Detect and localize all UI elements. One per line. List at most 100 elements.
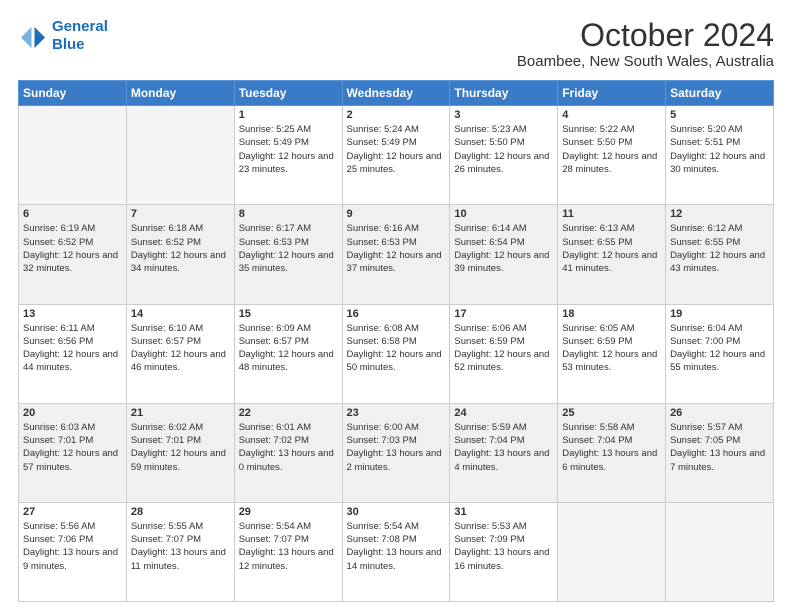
day-number: 7 xyxy=(131,208,230,220)
logo-icon xyxy=(18,21,48,51)
calendar-cell: 5 Sunrise: 5:20 AMSunset: 5:51 PMDaylight… xyxy=(666,106,774,205)
day-number: 5 xyxy=(670,109,769,121)
day-number: 12 xyxy=(670,208,769,220)
day-number: 28 xyxy=(131,506,230,518)
day-number: 24 xyxy=(454,407,553,419)
calendar-day-header: Friday xyxy=(558,81,666,106)
day-info: Sunrise: 6:09 AMSunset: 6:57 PMDaylight:… xyxy=(239,322,338,375)
calendar-cell: 30 Sunrise: 5:54 AMSunset: 7:08 PMDayligh… xyxy=(342,502,450,601)
day-info: Sunrise: 6:16 AMSunset: 6:53 PMDaylight:… xyxy=(347,222,446,275)
day-info: Sunrise: 5:23 AMSunset: 5:50 PMDaylight:… xyxy=(454,123,553,176)
calendar-day-header: Monday xyxy=(126,81,234,106)
calendar-cell: 21 Sunrise: 6:02 AMSunset: 7:01 PMDayligh… xyxy=(126,403,234,502)
calendar-cell xyxy=(19,106,127,205)
day-info: Sunrise: 5:24 AMSunset: 5:49 PMDaylight:… xyxy=(347,123,446,176)
day-info: Sunrise: 5:56 AMSunset: 7:06 PMDaylight:… xyxy=(23,520,122,573)
day-number: 2 xyxy=(347,109,446,121)
logo-general: General xyxy=(52,18,108,35)
calendar-cell: 6 Sunrise: 6:19 AMSunset: 6:52 PMDaylight… xyxy=(19,205,127,304)
calendar-cell: 1Sunrise: 5:25 AMSunset: 5:49 PMDaylight… xyxy=(234,106,342,205)
calendar-cell: 4 Sunrise: 5:22 AMSunset: 5:50 PMDaylight… xyxy=(558,106,666,205)
calendar-week-row: 27 Sunrise: 5:56 AMSunset: 7:06 PMDayligh… xyxy=(19,502,774,601)
day-info: Sunrise: 6:02 AMSunset: 7:01 PMDaylight:… xyxy=(131,421,230,474)
day-info: Sunrise: 6:19 AMSunset: 6:52 PMDaylight:… xyxy=(23,222,122,275)
day-info: Sunrise: 6:18 AMSunset: 6:52 PMDaylight:… xyxy=(131,222,230,275)
day-info: Sunrise: 5:54 AMSunset: 7:08 PMDaylight:… xyxy=(347,520,446,573)
logo: General Blue xyxy=(18,18,108,54)
calendar-day-header: Tuesday xyxy=(234,81,342,106)
calendar-cell xyxy=(126,106,234,205)
logo-text: General Blue xyxy=(52,18,108,54)
day-info: Sunrise: 6:10 AMSunset: 6:57 PMDaylight:… xyxy=(131,322,230,375)
calendar-cell: 13Sunrise: 6:11 AMSunset: 6:56 PMDayligh… xyxy=(19,304,127,403)
calendar-cell: 10 Sunrise: 6:14 AMSunset: 6:54 PMDayligh… xyxy=(450,205,558,304)
day-info: Sunrise: 6:04 AMSunset: 7:00 PMDaylight:… xyxy=(670,322,769,375)
calendar-cell: 19 Sunrise: 6:04 AMSunset: 7:00 PMDayligh… xyxy=(666,304,774,403)
day-info: Sunrise: 5:54 AMSunset: 7:07 PMDaylight:… xyxy=(239,520,338,573)
day-info: Sunrise: 6:14 AMSunset: 6:54 PMDaylight:… xyxy=(454,222,553,275)
day-info: Sunrise: 6:12 AMSunset: 6:55 PMDaylight:… xyxy=(670,222,769,275)
day-number: 13 xyxy=(23,308,122,320)
day-info: Sunrise: 5:53 AMSunset: 7:09 PMDaylight:… xyxy=(454,520,553,573)
day-info: Sunrise: 5:59 AMSunset: 7:04 PMDaylight:… xyxy=(454,421,553,474)
calendar-cell: 28Sunrise: 5:55 AMSunset: 7:07 PMDayligh… xyxy=(126,502,234,601)
calendar-cell: 24 Sunrise: 5:59 AMSunset: 7:04 PMDayligh… xyxy=(450,403,558,502)
calendar-week-row: 13Sunrise: 6:11 AMSunset: 6:56 PMDayligh… xyxy=(19,304,774,403)
calendar-cell: 3Sunrise: 5:23 AMSunset: 5:50 PMDaylight… xyxy=(450,106,558,205)
day-number: 23 xyxy=(347,407,446,419)
calendar-cell: 14 Sunrise: 6:10 AMSunset: 6:57 PMDayligh… xyxy=(126,304,234,403)
day-number: 22 xyxy=(239,407,338,419)
calendar-cell: 23Sunrise: 6:00 AMSunset: 7:03 PMDayligh… xyxy=(342,403,450,502)
day-number: 25 xyxy=(562,407,661,419)
day-info: Sunrise: 6:05 AMSunset: 6:59 PMDaylight:… xyxy=(562,322,661,375)
logo-blue: Blue xyxy=(52,36,108,54)
day-number: 19 xyxy=(670,308,769,320)
day-info: Sunrise: 5:22 AMSunset: 5:50 PMDaylight:… xyxy=(562,123,661,176)
day-info: Sunrise: 6:01 AMSunset: 7:02 PMDaylight:… xyxy=(239,421,338,474)
day-number: 1 xyxy=(239,109,338,121)
day-number: 30 xyxy=(347,506,446,518)
calendar-cell: 8Sunrise: 6:17 AMSunset: 6:53 PMDaylight… xyxy=(234,205,342,304)
day-number: 8 xyxy=(239,208,338,220)
day-number: 31 xyxy=(454,506,553,518)
page: General Blue October 2024 Boambee, New S… xyxy=(0,0,792,612)
day-info: Sunrise: 5:57 AMSunset: 7:05 PMDaylight:… xyxy=(670,421,769,474)
day-number: 20 xyxy=(23,407,122,419)
day-info: Sunrise: 6:08 AMSunset: 6:58 PMDaylight:… xyxy=(347,322,446,375)
day-number: 15 xyxy=(239,308,338,320)
calendar-cell xyxy=(558,502,666,601)
calendar-day-header: Sunday xyxy=(19,81,127,106)
calendar-cell: 16 Sunrise: 6:08 AMSunset: 6:58 PMDayligh… xyxy=(342,304,450,403)
calendar-day-header: Thursday xyxy=(450,81,558,106)
main-title: October 2024 xyxy=(517,18,774,53)
calendar-week-row: 6 Sunrise: 6:19 AMSunset: 6:52 PMDaylight… xyxy=(19,205,774,304)
day-number: 16 xyxy=(347,308,446,320)
day-number: 18 xyxy=(562,308,661,320)
day-number: 17 xyxy=(454,308,553,320)
day-number: 21 xyxy=(131,407,230,419)
day-number: 14 xyxy=(131,308,230,320)
calendar-week-row: 1Sunrise: 5:25 AMSunset: 5:49 PMDaylight… xyxy=(19,106,774,205)
day-info: Sunrise: 5:58 AMSunset: 7:04 PMDaylight:… xyxy=(562,421,661,474)
day-number: 4 xyxy=(562,109,661,121)
day-number: 9 xyxy=(347,208,446,220)
day-info: Sunrise: 5:20 AMSunset: 5:51 PMDaylight:… xyxy=(670,123,769,176)
calendar-day-header: Wednesday xyxy=(342,81,450,106)
calendar-cell: 9 Sunrise: 6:16 AMSunset: 6:53 PMDaylight… xyxy=(342,205,450,304)
day-number: 26 xyxy=(670,407,769,419)
day-number: 11 xyxy=(562,208,661,220)
day-info: Sunrise: 6:13 AMSunset: 6:55 PMDaylight:… xyxy=(562,222,661,275)
title-block: October 2024 Boambee, New South Wales, A… xyxy=(517,18,774,70)
calendar-cell: 12 Sunrise: 6:12 AMSunset: 6:55 PMDayligh… xyxy=(666,205,774,304)
day-number: 10 xyxy=(454,208,553,220)
calendar-cell: 31 Sunrise: 5:53 AMSunset: 7:09 PMDayligh… xyxy=(450,502,558,601)
day-info: Sunrise: 6:03 AMSunset: 7:01 PMDaylight:… xyxy=(23,421,122,474)
day-number: 6 xyxy=(23,208,122,220)
calendar-cell: 25 Sunrise: 5:58 AMSunset: 7:04 PMDayligh… xyxy=(558,403,666,502)
calendar-week-row: 20 Sunrise: 6:03 AMSunset: 7:01 PMDayligh… xyxy=(19,403,774,502)
day-number: 29 xyxy=(239,506,338,518)
day-number: 27 xyxy=(23,506,122,518)
calendar-cell: 7 Sunrise: 6:18 AMSunset: 6:52 PMDaylight… xyxy=(126,205,234,304)
calendar-cell: 26 Sunrise: 5:57 AMSunset: 7:05 PMDayligh… xyxy=(666,403,774,502)
calendar-cell: 17Sunrise: 6:06 AMSunset: 6:59 PMDayligh… xyxy=(450,304,558,403)
